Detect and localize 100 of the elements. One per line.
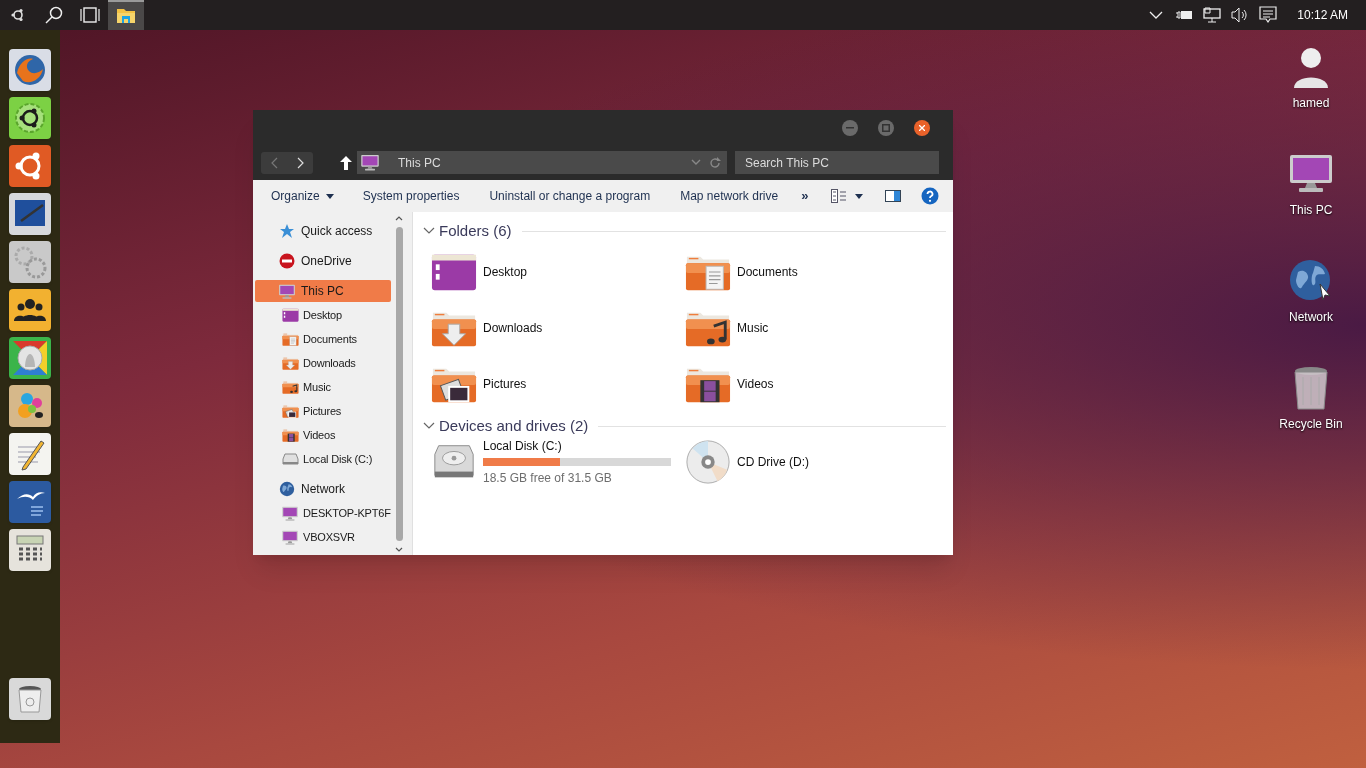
scroll-down-icon[interactable] [395,547,403,552]
maximize-button[interactable] [878,119,894,136]
monitor-icon [281,505,299,521]
drive-name[interactable]: Local Disk (C:) [483,437,671,455]
minimize-icon [846,126,854,129]
nav-item[interactable]: Music [255,376,391,398]
nav-item[interactable]: Downloads [255,352,391,374]
preview-pane-button[interactable] [883,190,903,202]
maximize-icon [882,123,890,132]
battery-icon[interactable] [1175,9,1194,21]
up-arrow-icon [339,154,353,171]
caret-icon [855,193,863,199]
desktop-icon-label[interactable]: hamed [1292,94,1330,112]
nav-item[interactable]: VBOXSVR [255,526,391,548]
more-button[interactable]: » [793,180,817,212]
nav-item[interactable]: OneDrive [255,250,391,272]
help-button[interactable] [921,187,939,205]
toolbar-button[interactable]: System properties [347,180,475,212]
folder-name[interactable]: Music [737,319,769,337]
document-launcher[interactable] [9,481,51,523]
folder-name[interactable]: Documents [737,263,798,281]
refresh-icon[interactable] [709,156,721,169]
forward-icon [296,156,304,169]
volume-icon[interactable] [1231,7,1250,23]
scrollbar-thumb[interactable] [395,227,403,541]
nav-item[interactable]: DESKTOP-KPT6F [255,502,391,524]
close-icon [919,124,925,131]
folder-name[interactable]: Videos [737,375,774,393]
people-launcher[interactable] [9,289,51,331]
globe-icon [279,481,295,497]
group-heading[interactable]: Devices and drives (2) [439,414,589,438]
free-space: 18.5 GB free of 31.5 GB [483,470,613,487]
file-explorer-button[interactable] [108,0,144,30]
gear-launcher[interactable] [9,97,51,139]
nav-item[interactable]: Pictures [255,400,391,422]
trash-launcher[interactable] [9,678,51,720]
drive-icon [281,452,299,466]
download-folder-icon [281,356,299,370]
nav-item[interactable]: Quick access [255,220,391,242]
gear-icon [13,101,47,135]
task-view-icon [79,7,101,23]
group-heading[interactable]: Folders (6) [439,219,512,243]
view-icon [831,189,847,203]
scroll-up-icon[interactable] [395,216,403,221]
folder-icon [431,252,477,292]
folder-name[interactable]: Downloads [483,319,543,337]
screen-pen-launcher[interactable] [9,193,51,235]
search-field[interactable]: Search This PC [735,151,939,174]
desktop-icon-label[interactable]: This PC [1289,201,1333,219]
dropdown-icon[interactable] [691,159,701,166]
close-button[interactable] [914,119,930,136]
address-field[interactable]: This PC [357,151,727,174]
organize-menu[interactable]: Organize [253,180,348,212]
no-entry-icon [279,253,295,269]
film-folder-icon [281,428,299,442]
nav-item[interactable]: Local Disk (C:) [255,448,391,470]
nav-item[interactable]: Videos [255,424,391,446]
desktop-icon-label[interactable]: Network [1289,308,1333,326]
document-folder-icon [281,332,299,346]
monitor-icon [278,283,296,299]
cd-icon [685,439,731,485]
drive-name[interactable]: CD Drive (D:) [737,453,809,471]
avatar-launcher[interactable] [9,337,51,379]
monitor-icon [360,154,380,171]
desktop-icon-label[interactable]: Recycle Bin [1279,415,1343,433]
clock[interactable]: 10:12 AM [1297,6,1348,24]
minimize-button[interactable] [842,119,858,136]
notification-icon[interactable] [1259,6,1278,24]
trash-icon [1293,365,1329,411]
caret-icon [325,193,334,199]
nav-item[interactable]: Documents [255,328,391,350]
preview-pane-icon [885,190,901,202]
network-icon[interactable] [1203,7,1222,23]
folder-name[interactable]: Pictures [483,375,527,393]
monitor-icon [281,529,299,545]
paint-launcher[interactable] [9,385,51,427]
folder-name[interactable]: Desktop [483,263,528,281]
search-icon [45,6,63,24]
folder-icon [281,308,299,322]
nav-item[interactable]: Network [255,478,391,500]
folder-icon [116,8,136,24]
avatar-icon [13,341,47,375]
help-icon [921,187,939,205]
star-icon [279,223,295,239]
logo-launcher[interactable] [9,145,51,187]
globe-icon [13,53,47,87]
logo-icon [11,8,25,22]
music-folder-icon [281,380,299,394]
globe-launcher[interactable] [9,49,51,91]
gears-icon [13,245,47,279]
toolbar-button[interactable]: Uninstall or change a program [474,180,666,212]
calculator-launcher[interactable] [9,529,51,571]
nav-item[interactable]: This PC [255,280,391,302]
back-icon [270,156,278,169]
up-button[interactable] [339,154,353,171]
nav-item[interactable]: Desktop [255,304,391,326]
user-icon [1291,46,1331,90]
notepad-launcher[interactable] [9,433,51,475]
toolbar-button[interactable]: Map network drive [665,180,794,212]
photo-folder-icon [281,404,299,418]
